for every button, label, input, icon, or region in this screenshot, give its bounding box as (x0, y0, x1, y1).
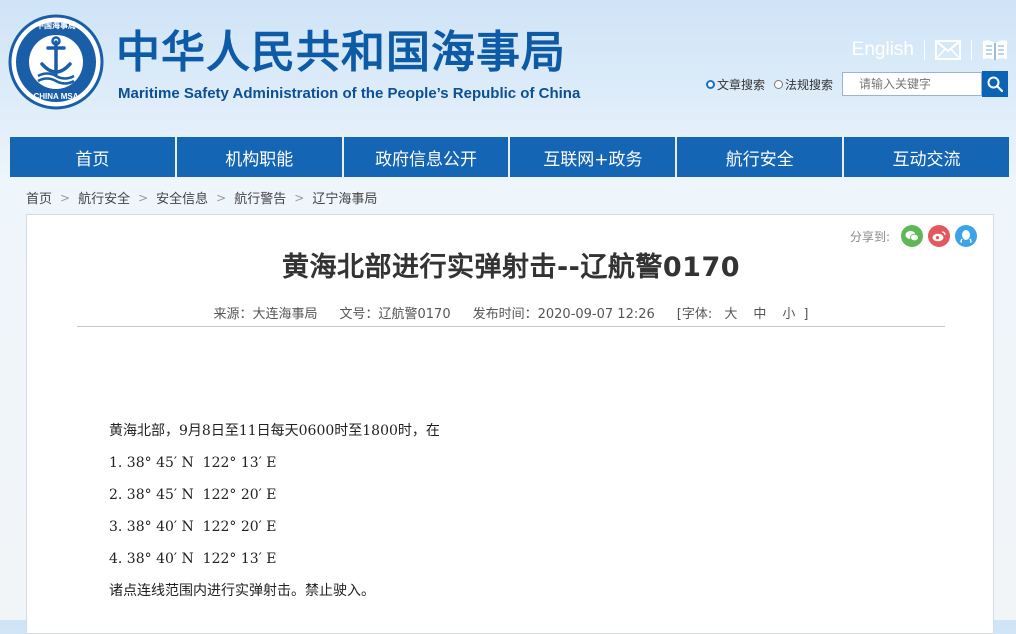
divider (924, 40, 925, 60)
article-body: 黄海北部，9月8日至11日每天0600时至1800时，在 1. 38° 45′ … (109, 415, 440, 607)
article-publish-time: 发布时间：2020-09-07 12:26 (472, 307, 655, 322)
nav-item-interaction[interactable]: 互动交流 (844, 137, 1009, 177)
qq-icon[interactable] (955, 225, 977, 247)
site-title-cn[interactable]: 中华人民共和国海事局 (116, 28, 566, 78)
font-size-label: [字体: (676, 307, 713, 322)
logo-text-top: 中国海事局 (36, 21, 76, 30)
breadcrumb-safety-info[interactable]: 安全信息 (156, 188, 208, 207)
nav-item-functions[interactable]: 机构职能 (176, 137, 344, 177)
divider (971, 40, 972, 60)
article-panel: 分享到: 黄海北部进行实弹射击--辽航警0170 来源：大连海事局 文号：辽航警… (26, 214, 994, 634)
share-label: 分享到: (849, 229, 890, 244)
breadcrumb-liaoning-msa[interactable]: 辽宁海事局 (312, 188, 377, 207)
title-divider (77, 326, 945, 327)
article-paragraph: 3. 38° 40′ N 122° 20′ E (109, 519, 277, 535)
wechat-icon[interactable] (901, 225, 923, 247)
font-size-small-button[interactable]: 小 (782, 307, 795, 322)
article-paragraph: 诸点连线范围内进行实弹射击。禁止驶入。 (109, 583, 375, 599)
breadcrumb-navigation-safety[interactable]: 航行安全 (78, 188, 130, 207)
chevron-right-icon: > (60, 190, 71, 205)
logo-text-bottom: CHINA MSA (33, 92, 79, 101)
weibo-icon[interactable] (928, 225, 950, 247)
search-icon (987, 76, 1003, 92)
font-size-close: ] (803, 307, 809, 322)
book-icon[interactable] (982, 39, 1008, 61)
article-title: 黄海北部进行实弹射击--辽航警0170 (281, 252, 741, 283)
nav-item-internet-gov[interactable]: 互联网+政务 (510, 137, 678, 177)
article-paragraph: 1. 38° 45′ N 122° 13′ E (109, 455, 277, 471)
nav-item-gov-info[interactable]: 政府信息公开 (343, 137, 511, 177)
main-nav: 首页 机构职能 政府信息公开 互联网+政务 航行安全 互动交流 (10, 137, 1009, 177)
article-paragraph: 2. 38° 45′ N 122° 20′ E (109, 487, 277, 503)
breadcrumb-nav-warnings[interactable]: 航行警告 (234, 188, 286, 207)
mail-icon[interactable] (935, 40, 961, 60)
header: 中国海事局 CHINA MSA 中华人民共和国海事局 Maritime Safe… (0, 0, 1016, 135)
nav-item-home[interactable]: 首页 (10, 137, 177, 177)
share-bar: 分享到: (850, 225, 977, 247)
radio-article-search[interactable]: 文章搜索 (705, 76, 765, 93)
search-input[interactable] (842, 72, 982, 96)
search-bar: 文章搜索 法规搜索 (705, 71, 1008, 97)
breadcrumb-home[interactable]: 首页 (26, 188, 52, 207)
article-paragraph: 4. 38° 40′ N 122° 13′ E (109, 551, 277, 567)
radio-label: 法规搜索 (784, 77, 833, 92)
radio-label: 文章搜索 (716, 77, 765, 92)
site-title-en: Maritime Safety Administration of the Pe… (118, 85, 581, 102)
radio-law-search[interactable]: 法规搜索 (773, 76, 833, 93)
font-size-large-button[interactable]: 大 (724, 307, 737, 322)
breadcrumb: 首页 > 航行安全 > 安全信息 > 航行警告 > 辽宁海事局 (26, 188, 377, 208)
radio-dot (773, 79, 783, 89)
article-source: 来源：大连海事局 (213, 307, 318, 322)
article-doc-number: 文号：辽航警0170 (339, 307, 451, 322)
chevron-right-icon: > (138, 190, 149, 205)
font-size-controls: [字体: 大 中 小] (677, 303, 809, 322)
nav-item-navigation-safety[interactable]: 航行安全 (677, 137, 845, 177)
top-links: English (852, 36, 1008, 64)
font-size-medium-button[interactable]: 中 (753, 307, 766, 322)
chevron-right-icon: > (294, 190, 305, 205)
chevron-right-icon: > (216, 190, 227, 205)
search-button[interactable] (982, 71, 1008, 97)
english-link[interactable]: English (852, 39, 914, 61)
article-paragraph: 黄海北部，9月8日至11日每天0600时至1800时，在 (109, 423, 440, 439)
article-meta: 来源：大连海事局 文号：辽航警0170 发布时间：2020-09-07 12:2… (27, 303, 995, 322)
radio-selected-dot (705, 79, 715, 89)
